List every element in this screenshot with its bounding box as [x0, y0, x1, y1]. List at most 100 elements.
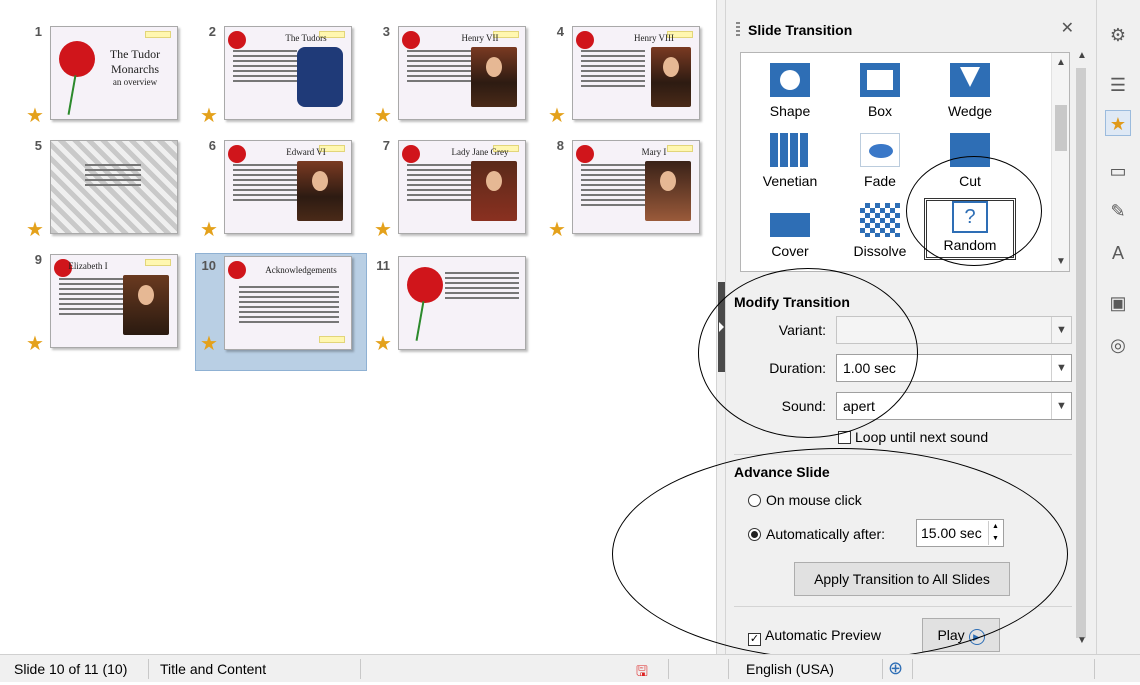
loop-label: Loop until next sound: [855, 429, 989, 445]
cover-icon: [770, 203, 810, 237]
slide-thumbnail-11[interactable]: 11 ★: [374, 254, 544, 370]
transition-label: Wedge: [947, 103, 993, 119]
slide-preview: Edward VI: [224, 140, 352, 234]
apply-to-all-slides-button[interactable]: Apply Transition to All Slides: [794, 562, 1010, 596]
checkbox-box[interactable]: [838, 431, 851, 444]
transition-venetian[interactable]: Venetian: [745, 131, 835, 191]
slide-transition-icon[interactable]: ★: [1105, 110, 1131, 136]
gallery-icon[interactable]: ▣: [1105, 290, 1131, 316]
badge: [319, 336, 345, 343]
slide-thumbnail-8[interactable]: 8 Mary I ★: [548, 134, 718, 250]
automatic-preview-checkbox[interactable]: ✓ Automatic Preview: [748, 627, 881, 646]
on-mouse-click-radio[interactable]: On mouse click: [748, 492, 862, 508]
duration-field[interactable]: 1.00 sec ▼: [836, 354, 1072, 382]
portrait-image: [123, 275, 169, 335]
chevron-down-icon[interactable]: ▼: [1051, 393, 1071, 419]
slide-text: [85, 161, 141, 189]
transition-shape[interactable]: Shape: [745, 61, 835, 121]
transition-list[interactable]: Shape Box Wedge Venetian Fade Cut Cover: [740, 52, 1070, 272]
slide-thumbnail-10[interactable]: 10 Acknowledgements ★: [195, 253, 367, 371]
chevron-up-icon[interactable]: ▲: [1056, 57, 1066, 68]
transition-random[interactable]: ? Random: [924, 198, 1016, 260]
slide-number: 8: [556, 138, 564, 153]
transition-label: Box: [867, 103, 893, 119]
slide-thumbnail-2[interactable]: 2 The Tudors ★: [200, 20, 370, 136]
chevron-down-icon[interactable]: ▼: [1051, 317, 1071, 343]
slide-text: [407, 47, 471, 85]
rose-image: [228, 261, 246, 279]
spinner-arrows-icon[interactable]: ▲ ▼: [988, 521, 1002, 545]
slide-counter: Slide 10 of 11 (10): [14, 661, 128, 677]
checkbox-box[interactable]: ✓: [748, 633, 761, 646]
rose-image: [407, 267, 443, 303]
chevron-down-icon[interactable]: ▼: [1051, 355, 1071, 381]
properties-icon[interactable]: ☰: [1105, 72, 1131, 98]
transition-dissolve[interactable]: Dissolve: [835, 201, 925, 261]
box-icon: [860, 63, 900, 97]
slide-title: Henry VII: [461, 33, 499, 43]
badge: [145, 31, 171, 38]
slide-title: Acknowledgements: [265, 265, 337, 275]
auto-advance-time-spinbox[interactable]: 15.00 sec ▲ ▼: [916, 519, 1004, 547]
transition-star-icon: ★: [200, 333, 218, 355]
save-status-icon[interactable]: 🖫: [636, 661, 648, 685]
slide-thumbnail-4[interactable]: 4 Henry VIII ★: [548, 20, 718, 136]
navigator-icon[interactable]: ◎: [1105, 332, 1131, 358]
slide-thumbnail-3[interactable]: 3 Henry VII ★: [374, 20, 544, 136]
chevron-down-icon[interactable]: ▼: [1077, 635, 1087, 646]
gear-icon[interactable]: ⚙: [1105, 22, 1131, 48]
chevron-down-icon[interactable]: ▼: [1056, 256, 1066, 267]
automatically-after-radio[interactable]: Automatically after:: [748, 526, 885, 542]
animation-icon[interactable]: ▭: [1105, 158, 1131, 184]
panel-scrollbar[interactable]: ▲ ▼: [1072, 44, 1090, 650]
sound-dropdown[interactable]: apert ▼: [836, 392, 1072, 420]
panel-title: Slide Transition: [748, 22, 853, 38]
slide-thumbnail-6[interactable]: 6 Edward VI ★: [200, 134, 370, 250]
random-icon: ?: [952, 201, 988, 233]
transition-fade[interactable]: Fade: [835, 131, 925, 191]
modify-transition-heading: Modify Transition: [734, 294, 850, 310]
play-button[interactable]: Play ▶: [922, 618, 1000, 652]
slide-sorter[interactable]: 1 The Tudor Monarchs an overview ★ 2 The…: [8, 0, 716, 654]
panel-splitter[interactable]: [716, 0, 726, 654]
slide-subtitle: an overview: [112, 77, 158, 87]
scrollbar-thumb[interactable]: [1076, 68, 1086, 638]
duration-value: 1.00 sec: [843, 360, 896, 376]
variant-dropdown[interactable]: ▼: [836, 316, 1072, 344]
language-indicator[interactable]: English (USA): [746, 661, 834, 677]
slide-thumbnail-5[interactable]: 5 ★: [26, 134, 196, 250]
close-icon[interactable]: ✕: [1061, 18, 1074, 38]
transition-wedge[interactable]: Wedge: [925, 61, 1015, 121]
slide-number: 10: [201, 258, 216, 273]
transition-cover[interactable]: Cover: [745, 201, 835, 261]
loop-until-next-sound-checkbox[interactable]: Loop until next sound: [838, 429, 988, 445]
advance-slide-heading: Advance Slide: [734, 464, 830, 480]
slide-preview: Lady Jane Grey: [398, 140, 526, 234]
transition-list-scrollbar[interactable]: ▲ ▼: [1051, 53, 1069, 271]
transition-label: Dissolve: [853, 243, 907, 259]
radio-circle[interactable]: [748, 494, 761, 507]
transition-cut[interactable]: Cut: [925, 131, 1015, 191]
master-slides-icon[interactable]: ✎: [1105, 198, 1131, 224]
slide-thumbnail-9[interactable]: 9 Elizabeth I ★: [26, 248, 196, 364]
slide-preview: Henry VIII: [572, 26, 700, 120]
slide-thumbnail-1[interactable]: 1 The Tudor Monarchs an overview ★: [26, 20, 196, 136]
chevron-up-icon[interactable]: ▲: [1077, 50, 1087, 61]
fit-slide-icon[interactable]: ⊕: [888, 658, 903, 679]
layout-name[interactable]: Title and Content: [160, 661, 266, 677]
scrollbar-thumb[interactable]: [1055, 105, 1067, 151]
radio-circle[interactable]: [748, 528, 761, 541]
drag-handle-icon[interactable]: [736, 22, 740, 38]
badge: [145, 259, 171, 266]
portrait-image: [471, 161, 517, 221]
slide-title: The Tudor Monarchs: [109, 47, 161, 76]
collapse-handle[interactable]: [718, 282, 725, 372]
slide-thumbnail-7[interactable]: 7 Lady Jane Grey ★: [374, 134, 544, 250]
transition-label: Shape: [769, 103, 811, 119]
cut-icon: [950, 133, 990, 167]
venetian-icon: [770, 133, 810, 167]
transition-box[interactable]: Box: [835, 61, 925, 121]
divider: [734, 454, 1072, 455]
styles-icon[interactable]: A: [1105, 240, 1131, 266]
slide-preview: Acknowledgements: [224, 256, 352, 350]
